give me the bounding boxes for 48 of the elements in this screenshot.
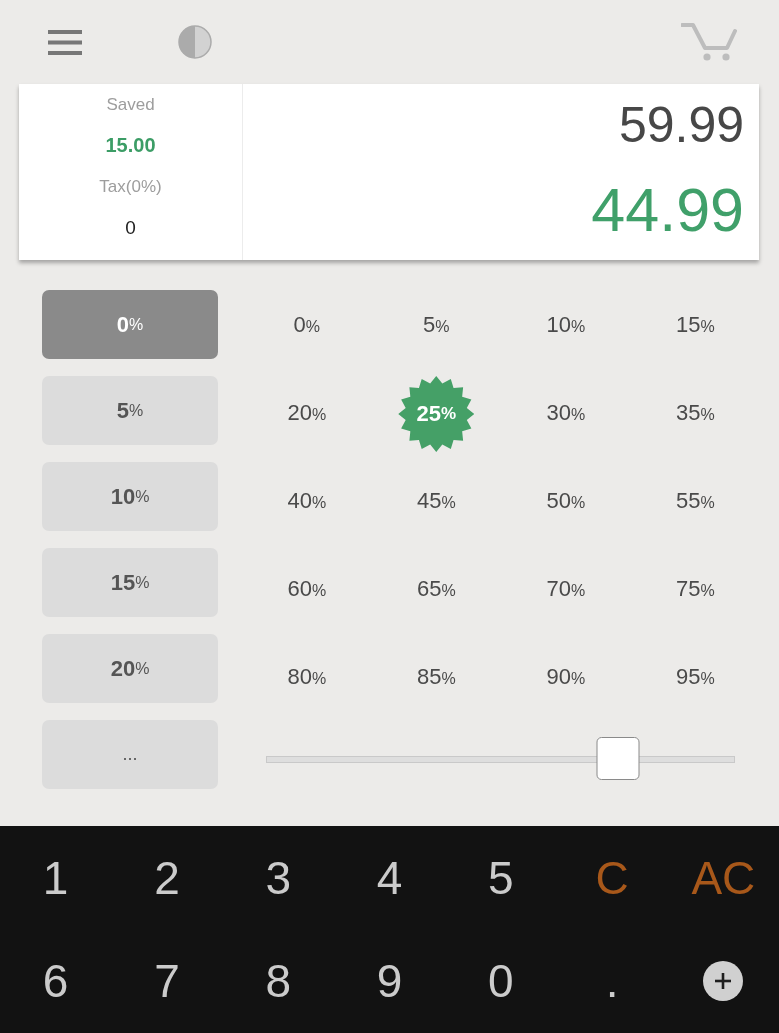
discount-option[interactable]: 20%	[287, 400, 327, 428]
discount-option[interactable]: 40%	[287, 488, 327, 516]
tax-rate-button[interactable]: 10%	[42, 462, 218, 531]
digit-key[interactable]: 0	[488, 955, 514, 1008]
tax-rate-button[interactable]: 20%	[42, 634, 218, 703]
discount-slider[interactable]	[266, 737, 735, 781]
digit-key[interactable]: 9	[376, 955, 403, 1008]
digit-key[interactable]: 2	[154, 851, 180, 904]
digit-key[interactable]: 6	[42, 955, 69, 1008]
discount-option[interactable]: 85%	[416, 664, 456, 692]
final-price: 44.99	[591, 175, 744, 246]
add-icon[interactable]	[703, 961, 744, 1002]
discount-option[interactable]: 55%	[675, 488, 715, 516]
discount-option[interactable]: 65%	[416, 576, 456, 604]
original-price: 59.99	[618, 96, 744, 155]
saved-label: Saved	[106, 94, 155, 116]
menu-icon[interactable]	[48, 29, 82, 55]
discount-option[interactable]: 30%	[546, 400, 586, 428]
digit-key[interactable]: 8	[265, 955, 291, 1008]
saved-amount: 15.00	[105, 133, 156, 158]
discount-option[interactable]: 45%	[416, 488, 456, 516]
discount-option[interactable]: 60%	[287, 576, 327, 604]
discount-option[interactable]: 80%	[287, 664, 327, 692]
digit-key[interactable]: 5	[488, 851, 514, 904]
tax-rate-button[interactable]: 15%	[42, 548, 218, 617]
discount-option[interactable]: 90%	[546, 664, 586, 692]
discount-option[interactable]: 50%	[546, 488, 586, 516]
digit-key[interactable]: .	[605, 955, 619, 1008]
digit-key[interactable]: 4	[376, 851, 403, 904]
digit-key[interactable]: 3	[265, 851, 291, 904]
discount-option[interactable]: 0%	[293, 312, 320, 340]
clear-key[interactable]: C	[595, 851, 629, 904]
discount-option[interactable]: 70%	[546, 576, 586, 604]
discount-option[interactable]: 75%	[675, 576, 715, 604]
discount-option[interactable]: 15%	[675, 312, 715, 340]
contrast-icon[interactable]	[178, 25, 212, 59]
tax-amount: 0	[125, 216, 136, 240]
discount-option[interactable]: 35%	[675, 400, 715, 428]
discount-option[interactable]: 95%	[675, 664, 715, 692]
digit-key[interactable]: 7	[154, 955, 180, 1008]
digit-key[interactable]: 1	[42, 851, 69, 904]
tax-label: Tax(0%)	[99, 176, 162, 198]
clear-key[interactable]: AC	[691, 851, 756, 904]
discount-option[interactable]: 10%	[546, 312, 586, 340]
tax-rate-button[interactable]: 5%	[42, 376, 218, 445]
more-button[interactable]: ...	[42, 720, 218, 789]
slider-thumb[interactable]	[596, 737, 640, 780]
discount-option[interactable]: 5%	[423, 312, 450, 340]
